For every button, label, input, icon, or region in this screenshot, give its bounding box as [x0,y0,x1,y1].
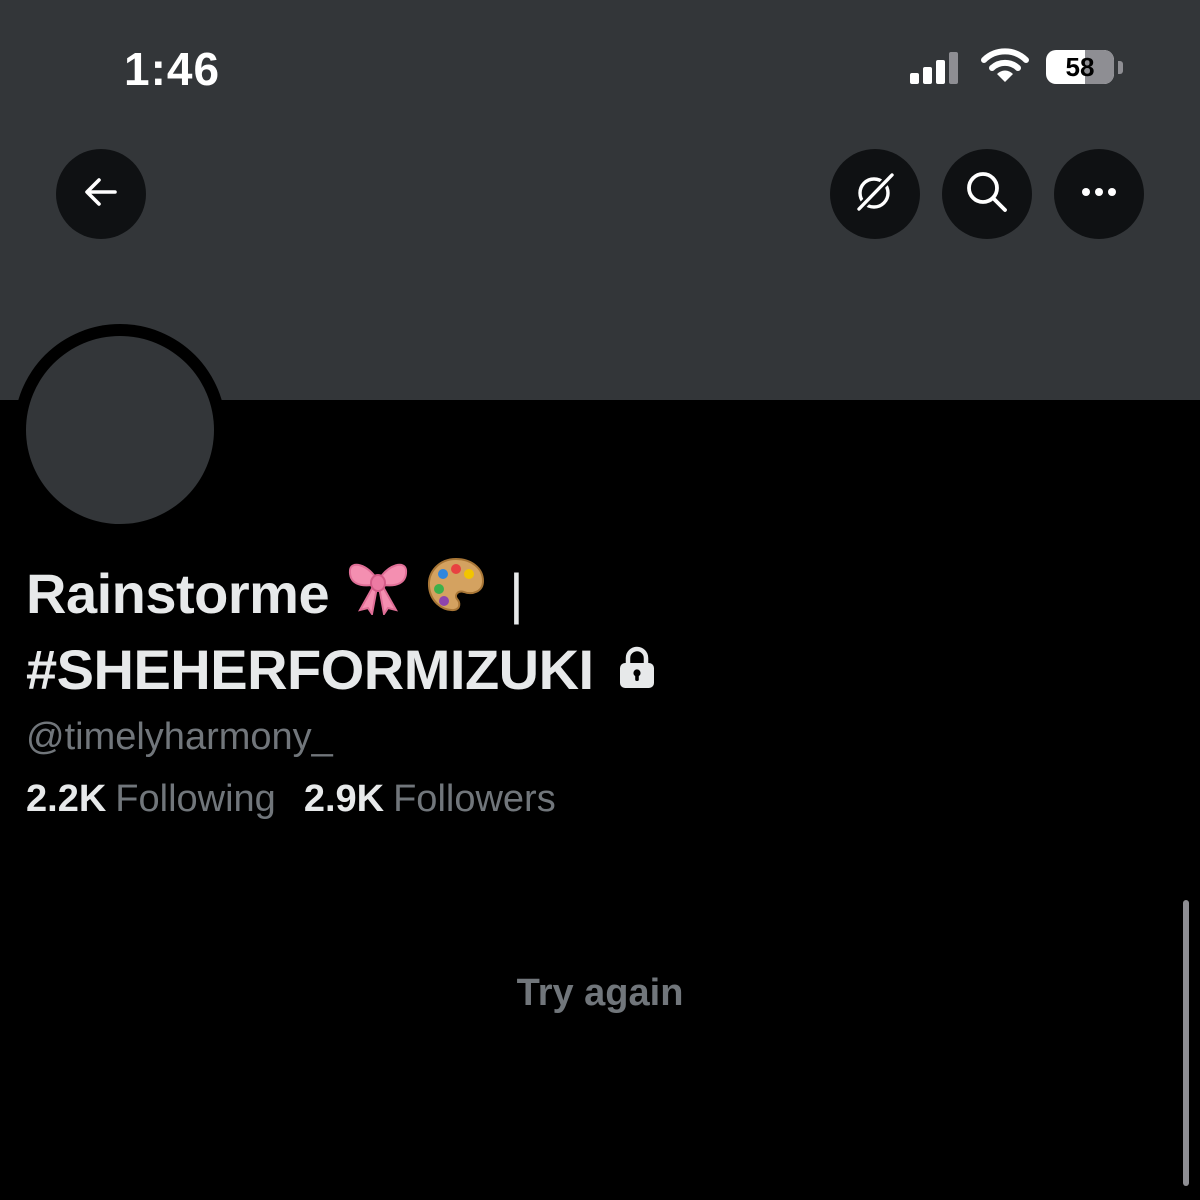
artist-palette-emoji [425,555,487,634]
back-button[interactable] [56,149,146,239]
followers-link[interactable]: 2.9K Followers [304,778,556,821]
profile-handle: @timelyharmony_ [26,716,333,758]
battery-cap [1118,61,1123,74]
scrollbar[interactable] [1183,900,1189,1186]
following-label: Following [115,778,276,820]
try-again-button[interactable]: Try again [0,972,1200,1015]
grok-button[interactable] [830,149,920,239]
name-separator: | [509,562,524,625]
more-dots-icon [1079,185,1119,203]
cellular-signal-icon [908,50,964,91]
search-icon [964,169,1010,220]
status-bar: 1:46 58 [0,0,1200,130]
display-name-hashtag: #SHEHERFORMIZUKI [26,638,594,701]
battery-icon: 58 [1046,50,1114,84]
display-name-line-2: #SHEHERFORMIZUKI [26,632,1026,708]
following-count: 2.2K [26,778,107,820]
lock-icon [618,632,656,708]
display-name-line-1: Rainstorme | [26,556,1026,632]
avatar[interactable] [26,336,214,524]
followers-count: 2.9K [303,778,385,820]
following-link[interactable]: 2.2K Following [26,778,276,821]
followers-label: Followers [393,778,556,820]
search-button[interactable] [942,149,1032,239]
display-name-text: Rainstorme [26,562,330,625]
grok-icon [853,170,897,219]
more-options-button[interactable] [1054,149,1144,239]
ribbon-bow-emoji [345,555,411,634]
battery-level: 58 [1065,52,1095,82]
status-time: 1:46 [124,43,221,95]
follow-stats: 2.2K Following 2.9K Followers [26,778,556,821]
wifi-icon [981,47,1029,90]
arrow-left-icon [81,172,121,217]
display-name: Rainstorme | #SHEHERFORMIZUKI [26,556,1026,708]
